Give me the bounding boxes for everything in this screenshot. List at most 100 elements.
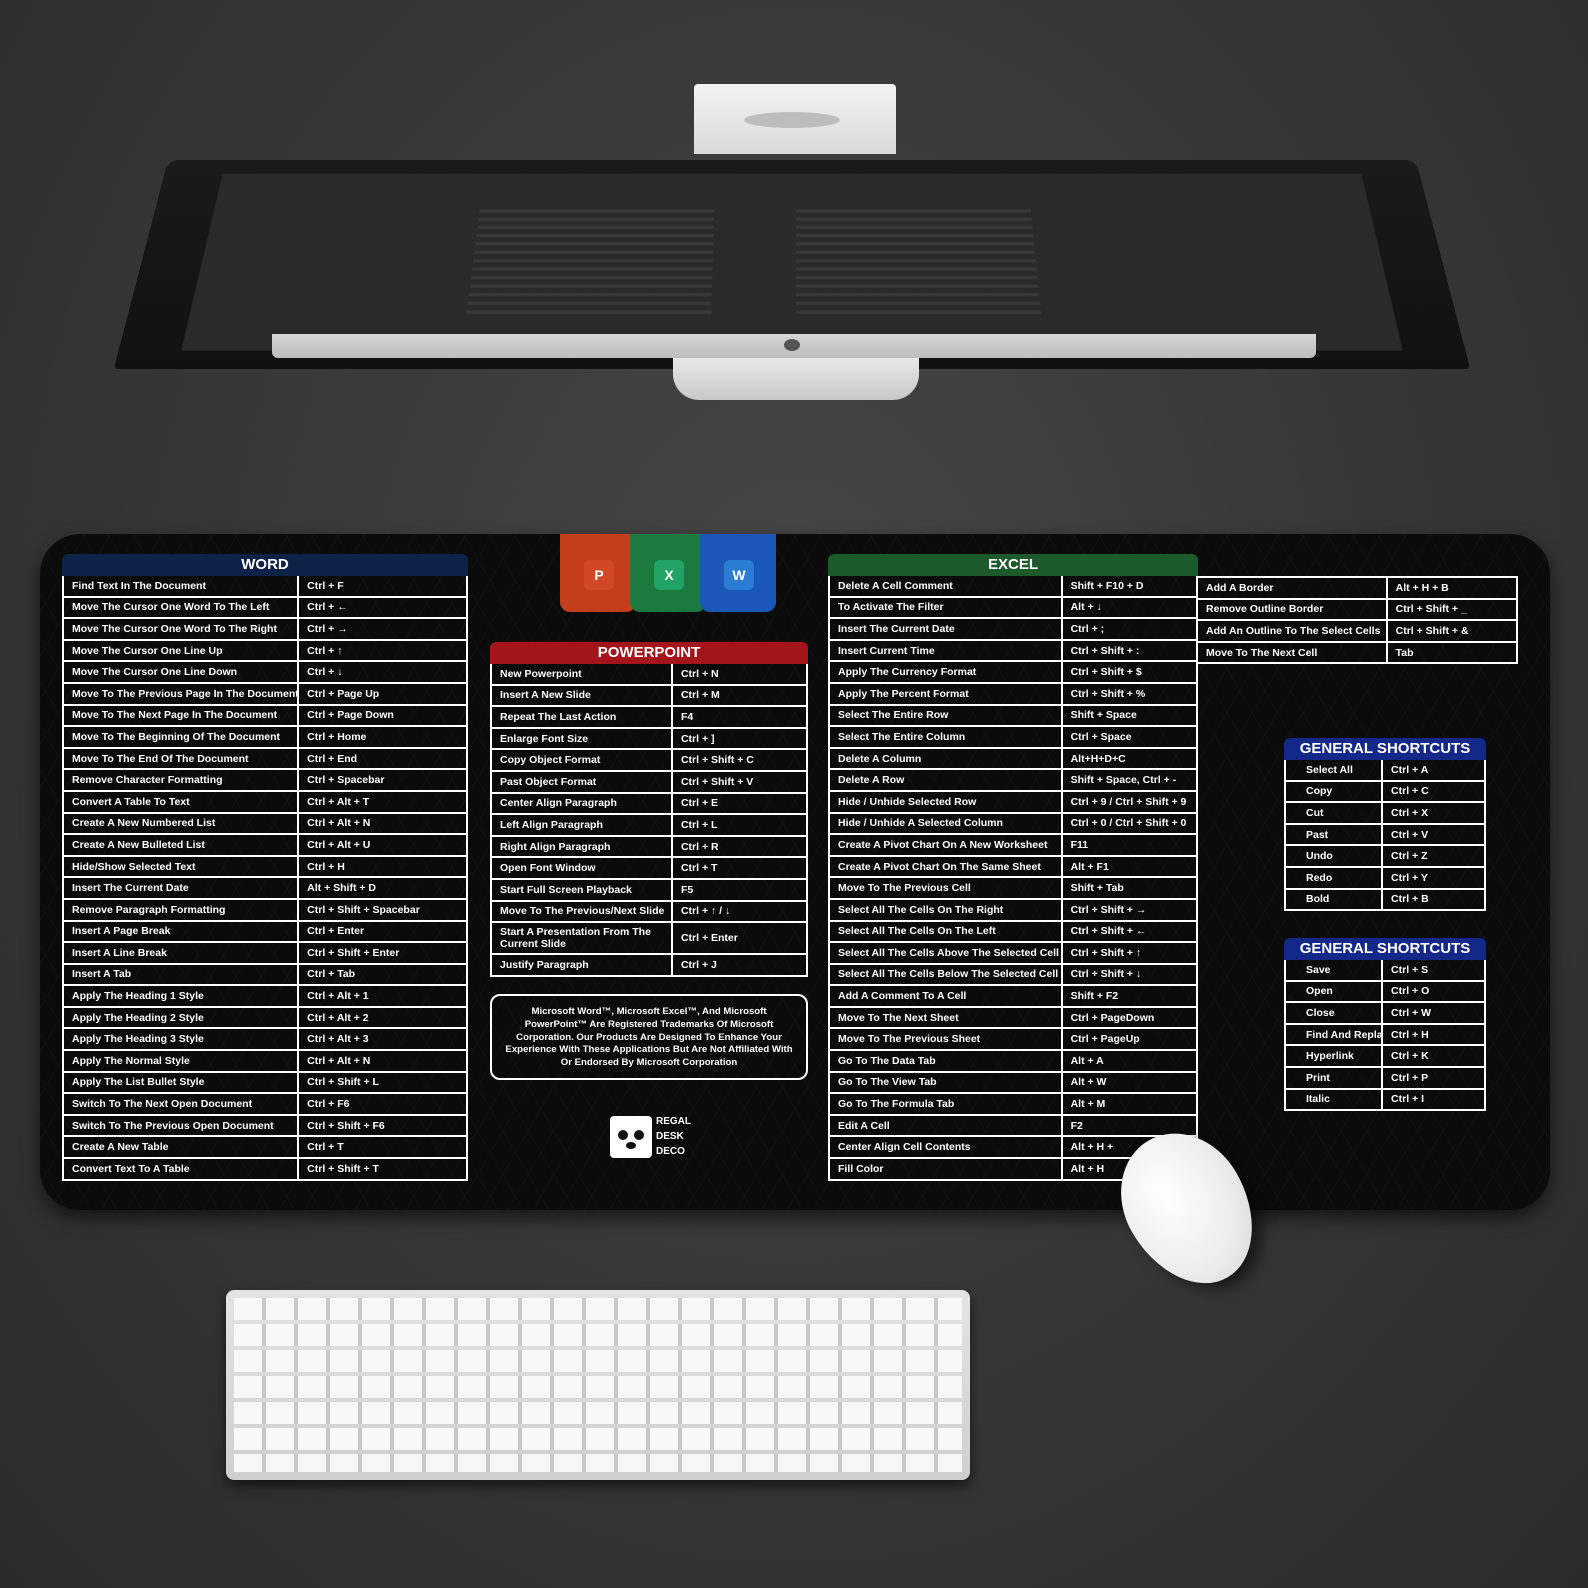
shortcut-action: Past bbox=[1286, 825, 1382, 847]
word-shortcut-row: Insert The Current Date Alt + Shift + D bbox=[64, 878, 466, 900]
excel-shortcut-row: Select All The Cells On The Right Ctrl + … bbox=[830, 899, 1196, 922]
panda-icon bbox=[610, 1116, 652, 1158]
powerpoint-shortcut-row: Start Full Screen Playback F5 bbox=[492, 879, 806, 902]
shortcut-action: Select All The Cells On The Left bbox=[830, 922, 1061, 944]
screen-document-left bbox=[466, 209, 715, 315]
shortcut-keys: Ctrl + Shift + ↓ bbox=[1060, 964, 1196, 987]
shortcut-action: Right Align Paragraph bbox=[492, 837, 671, 859]
shortcut-keys: Ctrl + Alt + T bbox=[297, 791, 466, 814]
shortcut-action: Fill Color bbox=[838, 1162, 884, 1175]
excel-shortcut-row: Apply The Currency Format Ctrl + Shift + … bbox=[830, 662, 1196, 684]
keyboard[interactable] bbox=[226, 1290, 970, 1480]
shortcut-keys: Ctrl + 0 / Ctrl + Shift + 0 bbox=[1060, 813, 1196, 836]
word-shortcut-row: Switch To The Next Open Document Ctrl + F… bbox=[64, 1094, 466, 1116]
shortcut-action: Insert A Tab bbox=[64, 965, 298, 987]
excel-shortcut-row: Select The Entire Column Ctrl + Space bbox=[830, 727, 1196, 749]
brand-name: REGAL DESK DECO bbox=[656, 1116, 691, 1157]
excel-shortcut-row: Select All The Cells Above The Selected … bbox=[830, 943, 1196, 965]
brand-logo: REGAL DESK DECO bbox=[610, 1112, 700, 1164]
shortcut-keys: Shift + Space bbox=[1060, 705, 1196, 728]
powerpoint-shortcut-row: Justify Paragraph Ctrl + J bbox=[492, 955, 806, 975]
word-shortcut-row: Insert A Page Break Ctrl + Enter bbox=[64, 921, 466, 944]
shortcut-keys: Ctrl + O bbox=[1381, 981, 1484, 1004]
monitor-chin bbox=[272, 334, 1316, 358]
general-shortcuts-section-2: GENERAL SHORTCUTS Save Ctrl + S Open Ctrl +… bbox=[1284, 938, 1486, 1112]
word-shortcut-row: Move The Cursor One Word To The Left Ctrl… bbox=[64, 597, 466, 620]
shortcut-action: Remove Character Formatting bbox=[64, 770, 298, 792]
shortcut-action: Bold bbox=[1306, 893, 1330, 906]
shortcut-keys: Ctrl + W bbox=[1381, 1003, 1484, 1025]
shortcut-action: Apply The Heading 1 Style bbox=[64, 986, 298, 1008]
apple-logo-icon bbox=[784, 339, 800, 351]
word-shortcut-row: Move To The Beginning Of The Document Ctr… bbox=[64, 727, 466, 749]
shortcut-keys: Ctrl + Shift + ← bbox=[1060, 921, 1196, 944]
powerpoint-shortcut-row: Start A Presentation From The Current Sl… bbox=[492, 923, 806, 956]
shortcut-keys: Ctrl + Shift + $ bbox=[1060, 662, 1196, 684]
shortcut-action: Open bbox=[1286, 982, 1382, 1004]
shortcut-keys: Ctrl + L bbox=[670, 815, 806, 837]
shortcut-keys: Ctrl + Shift + Spacebar bbox=[297, 899, 466, 922]
shortcut-keys: Ctrl + T bbox=[297, 1137, 466, 1160]
word-shortcut-row: Convert A Table To Text Ctrl + Alt + T bbox=[64, 791, 466, 814]
shortcut-keys: Ctrl + Page Up bbox=[297, 683, 466, 706]
shortcut-action: Move To The Next Sheet bbox=[830, 1008, 1061, 1030]
shortcut-action: Create A New Table bbox=[64, 1137, 298, 1160]
shortcut-action: Repeat The Last Action bbox=[492, 707, 671, 729]
shortcut-action: Close bbox=[1286, 1003, 1382, 1025]
shortcut-action: Copy bbox=[1286, 782, 1382, 804]
shortcut-action: Center Align Paragraph bbox=[492, 794, 671, 816]
powerpoint-shortcut-row: Center Align Paragraph Ctrl + E bbox=[492, 793, 806, 816]
general-shortcut-row: Undo Ctrl + Z bbox=[1286, 846, 1484, 868]
shortcut-action: Apply The Currency Format bbox=[830, 662, 1061, 684]
excel-shortcut-row: Delete A Row Shift + Space, Ctrl + - bbox=[830, 770, 1196, 792]
shortcut-action: Hide / Unhide Selected Row bbox=[830, 792, 1061, 814]
powerpoint-shortcut-row: New Powerpoint Ctrl + N bbox=[492, 664, 806, 686]
keyboard-keys[interactable] bbox=[234, 1298, 962, 1472]
shortcut-action: Go To The Data Tab bbox=[830, 1051, 1061, 1073]
shortcut-keys: Ctrl + H bbox=[1381, 1024, 1484, 1047]
shortcut-keys: Shift + F10 + D bbox=[1060, 576, 1196, 598]
shortcut-keys: Ctrl + C bbox=[1381, 781, 1484, 804]
shortcut-action: Copy Object Format bbox=[492, 750, 671, 772]
word-shortcut-row: Apply The Heading 1 Style Ctrl + Alt + 1 bbox=[64, 986, 466, 1008]
word-shortcut-row: Convert Text To A Table Ctrl + Shift + T bbox=[64, 1159, 466, 1179]
shortcut-action: Create A New Bulleted List bbox=[64, 835, 298, 857]
word-shortcut-row: Apply The Heading 3 Style Ctrl + Alt + 3 bbox=[64, 1029, 466, 1052]
word-shortcut-row: Insert A Tab Ctrl + Tab bbox=[64, 964, 466, 987]
shortcut-keys: Alt + M bbox=[1060, 1094, 1196, 1116]
general-shortcuts-table-2: Save Ctrl + S Open Ctrl + O Close Ctrl + W Fin… bbox=[1284, 960, 1486, 1112]
shortcut-keys: Ctrl + M bbox=[670, 685, 806, 708]
shortcut-keys: Ctrl + Shift + T bbox=[297, 1159, 466, 1179]
shortcut-keys: Ctrl + ↓ bbox=[297, 662, 466, 684]
shortcut-keys: Ctrl + Alt + U bbox=[297, 835, 466, 857]
shortcut-action: Insert Current Time bbox=[830, 641, 1061, 663]
excel-shortcut-row: Create A Pivot Chart On The Same Sheet Al… bbox=[830, 856, 1196, 879]
shortcut-action: Hide / Unhide A Selected Column bbox=[830, 814, 1061, 836]
shortcut-keys: Ctrl + Enter bbox=[670, 923, 806, 956]
shortcut-action: Select All The Cells Above The Selected … bbox=[830, 943, 1061, 965]
shortcut-keys: Ctrl + X bbox=[1381, 803, 1484, 825]
shortcut-keys: Ctrl + Shift + ↑ bbox=[1060, 943, 1196, 965]
general-shortcut-row: Bold Ctrl + B bbox=[1286, 889, 1484, 910]
shortcut-action: Add A Comment To A Cell bbox=[830, 986, 1061, 1008]
powerpoint-shortcut-row: Copy Object Format Ctrl + Shift + C bbox=[492, 750, 806, 772]
general-shortcut-row: Print Ctrl + P bbox=[1286, 1067, 1484, 1090]
shortcut-action: Redo bbox=[1286, 868, 1382, 890]
shortcut-keys: Ctrl + Y bbox=[1381, 867, 1484, 890]
monitor-stand bbox=[694, 84, 896, 154]
shortcut-keys: Ctrl + R bbox=[670, 836, 806, 859]
shortcut-action: Undo bbox=[1286, 846, 1382, 868]
shortcut-action: Find And Replace bbox=[1286, 1025, 1382, 1047]
shortcut-keys: Ctrl + F bbox=[297, 576, 466, 598]
shortcut-keys: Ctrl + ; bbox=[1060, 619, 1196, 641]
shortcut-keys: F5 bbox=[670, 879, 806, 902]
general-shortcuts-header-1: GENERAL SHORTCUTS bbox=[1284, 738, 1486, 760]
stand-hole bbox=[744, 112, 840, 128]
shortcut-keys: Ctrl + → bbox=[297, 619, 466, 641]
shortcut-action: Move To The Previous Page In The Documen… bbox=[64, 684, 298, 706]
shortcut-keys: Alt + F1 bbox=[1060, 856, 1196, 879]
shortcut-action: Apply The Heading 3 Style bbox=[64, 1029, 298, 1052]
shortcut-keys: Shift + Space, Ctrl + - bbox=[1060, 770, 1196, 792]
shortcut-keys: Shift + F2 bbox=[1060, 986, 1196, 1008]
shortcut-action: Switch To The Previous Open Document bbox=[64, 1116, 298, 1138]
